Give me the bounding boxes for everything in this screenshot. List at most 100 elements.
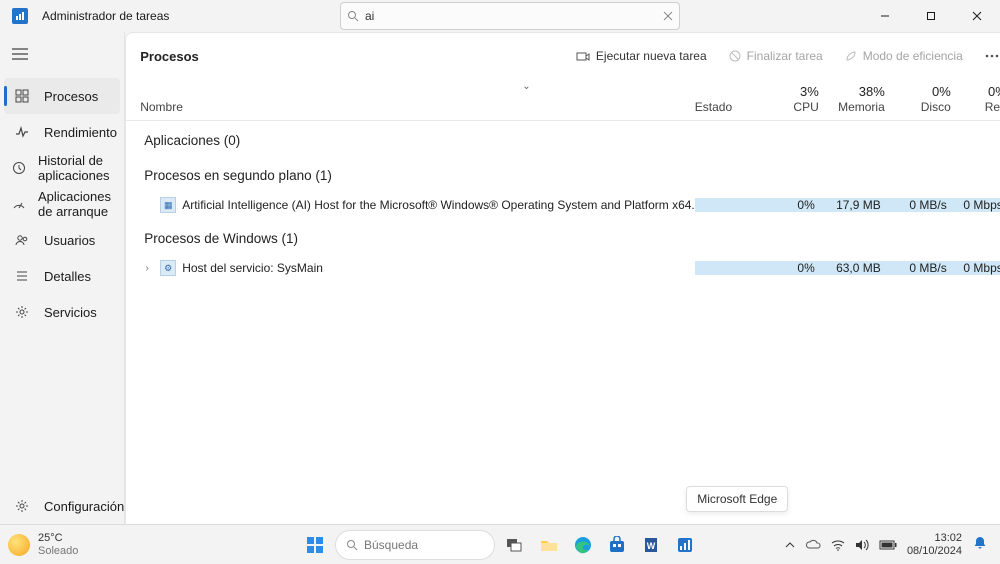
sidebar-item-startup[interactable]: Aplicaciones de arranque: [0, 186, 124, 222]
app-title: Administrador de tareas: [42, 9, 169, 23]
history-icon: [12, 161, 26, 175]
stop-icon: [729, 50, 741, 62]
tooltip: Microsoft Edge: [686, 486, 788, 512]
process-row[interactable]: › ⚙ Host del servicio: SysMain 0% 63,0 M…: [140, 254, 1000, 282]
taskbar-weather[interactable]: 25°C Soleado: [8, 532, 78, 556]
more-button[interactable]: [977, 41, 1000, 71]
sidebar-item-settings[interactable]: Configuración: [0, 488, 124, 524]
sidebar-item-label: Procesos: [44, 89, 98, 104]
sidebar-item-label: Detalles: [44, 269, 91, 284]
settings-icon: [12, 499, 32, 513]
clear-search-icon[interactable]: [663, 11, 673, 21]
volume-icon[interactable]: [855, 539, 869, 551]
taskbar: 25°C Soleado Búsqueda W 13:02 08/10/2024: [0, 524, 1000, 564]
close-button[interactable]: [954, 0, 1000, 32]
system-tray: 13:02 08/10/2024: [785, 532, 992, 557]
group-applications[interactable]: Aplicaciones (0): [140, 121, 1000, 156]
explorer-icon[interactable]: [535, 531, 563, 559]
temperature: 25°C: [38, 532, 78, 544]
chevron-up-icon[interactable]: [785, 540, 795, 550]
group-windows[interactable]: Procesos de Windows (1): [140, 219, 1000, 254]
users-icon: [12, 233, 32, 247]
pulse-icon: [12, 125, 32, 139]
process-icon: ▦: [160, 197, 176, 213]
maximize-button[interactable]: [908, 0, 954, 32]
col-memory[interactable]: 38%Memoria: [819, 84, 885, 114]
new-task-button[interactable]: Ejecutar nueva tarea: [568, 41, 715, 71]
sidebar-item-label: Rendimiento: [44, 125, 117, 140]
process-list: Aplicaciones (0) Procesos en segundo pla…: [126, 121, 1000, 282]
taskmgr-icon[interactable]: [671, 531, 699, 559]
battery-icon[interactable]: [879, 540, 897, 550]
run-icon: [576, 49, 590, 63]
search-row: [340, 0, 680, 32]
sun-icon: [8, 534, 30, 556]
list-icon: [12, 269, 32, 283]
word-icon[interactable]: W: [637, 531, 665, 559]
cell-cpu: 0%: [761, 261, 819, 275]
sidebar-item-label: Aplicaciones de arranque: [38, 189, 124, 219]
edge-icon[interactable]: [569, 531, 597, 559]
sidebar-item-label: Historial de aplicaciones: [38, 153, 124, 183]
onedrive-icon[interactable]: [805, 539, 821, 551]
notifications-icon[interactable]: [972, 535, 992, 555]
sidebar-item-label: Configuración: [44, 499, 124, 514]
toolbar: Procesos Ejecutar nueva tarea Finalizar …: [126, 33, 1000, 79]
cell-status: [695, 261, 761, 275]
sidebar-item-history[interactable]: Historial de aplicaciones: [0, 150, 124, 186]
col-disk[interactable]: 0%Disco: [885, 84, 951, 114]
cell-status: [695, 198, 761, 212]
cell-memory: 17,9 MB: [819, 198, 885, 212]
gauge-icon: [12, 197, 26, 211]
process-row[interactable]: ▦ Artificial Intelligence (AI) Host for …: [140, 191, 1000, 219]
sidebar-item-performance[interactable]: Rendimiento: [0, 114, 124, 150]
weather-text: Soleado: [38, 545, 78, 557]
search-input[interactable]: [365, 9, 663, 23]
column-headers: ⌄ Nombre Estado 3%CPU 38%Memoria 0%Disco…: [126, 79, 1000, 121]
search-box[interactable]: [340, 2, 680, 30]
col-cpu[interactable]: 3%CPU: [761, 84, 819, 114]
content-pane: Procesos Ejecutar nueva tarea Finalizar …: [125, 32, 1000, 524]
expand-icon[interactable]: ›: [140, 263, 154, 274]
app-icon: [12, 8, 28, 24]
col-network[interactable]: 0%Red: [951, 84, 1000, 114]
sidebar-item-label: Usuarios: [44, 233, 95, 248]
grid-icon: [12, 89, 32, 103]
gear-icon: [12, 305, 32, 319]
store-icon[interactable]: [603, 531, 631, 559]
cell-network: 0 Mbps: [951, 261, 1000, 275]
cell-memory: 63,0 MB: [819, 261, 885, 275]
col-status[interactable]: Estado: [695, 84, 761, 114]
sidebar-item-services[interactable]: Servicios: [0, 294, 124, 330]
sidebar-item-users[interactable]: Usuarios: [0, 222, 124, 258]
col-name[interactable]: Nombre: [140, 100, 695, 114]
cell-disk: 0 MB/s: [885, 261, 951, 275]
taskbar-search[interactable]: Búsqueda: [335, 530, 495, 560]
group-background[interactable]: Procesos en segundo plano (1): [140, 156, 1000, 191]
leaf-icon: [845, 50, 857, 62]
search-icon: [346, 539, 358, 551]
taskbar-clock[interactable]: 13:02 08/10/2024: [907, 532, 962, 557]
sidebar: Procesos Rendimiento Historial de aplica…: [0, 32, 125, 524]
wifi-icon[interactable]: [831, 539, 845, 551]
end-task-button[interactable]: Finalizar tarea: [721, 41, 831, 71]
search-icon: [347, 10, 359, 22]
process-icon: ⚙: [160, 260, 176, 276]
hamburger-button[interactable]: [0, 36, 40, 72]
sidebar-item-details[interactable]: Detalles: [0, 258, 124, 294]
process-name: Artificial Intelligence (AI) Host for th…: [182, 198, 695, 212]
cell-network: 0 Mbps: [951, 198, 1000, 212]
start-button[interactable]: [301, 531, 329, 559]
cell-disk: 0 MB/s: [885, 198, 951, 212]
sort-caret-icon[interactable]: ⌄: [522, 81, 530, 92]
more-icon: [985, 54, 999, 58]
process-name: Host del servicio: SysMain: [182, 261, 695, 275]
page-title: Procesos: [140, 49, 199, 64]
efficiency-button[interactable]: Modo de eficiencia: [837, 41, 971, 71]
cell-cpu: 0%: [761, 198, 819, 212]
minimize-button[interactable]: [862, 0, 908, 32]
svg-text:W: W: [647, 541, 656, 551]
taskview-icon[interactable]: [501, 531, 529, 559]
sidebar-item-processes[interactable]: Procesos: [4, 78, 120, 114]
sidebar-item-label: Servicios: [44, 305, 97, 320]
